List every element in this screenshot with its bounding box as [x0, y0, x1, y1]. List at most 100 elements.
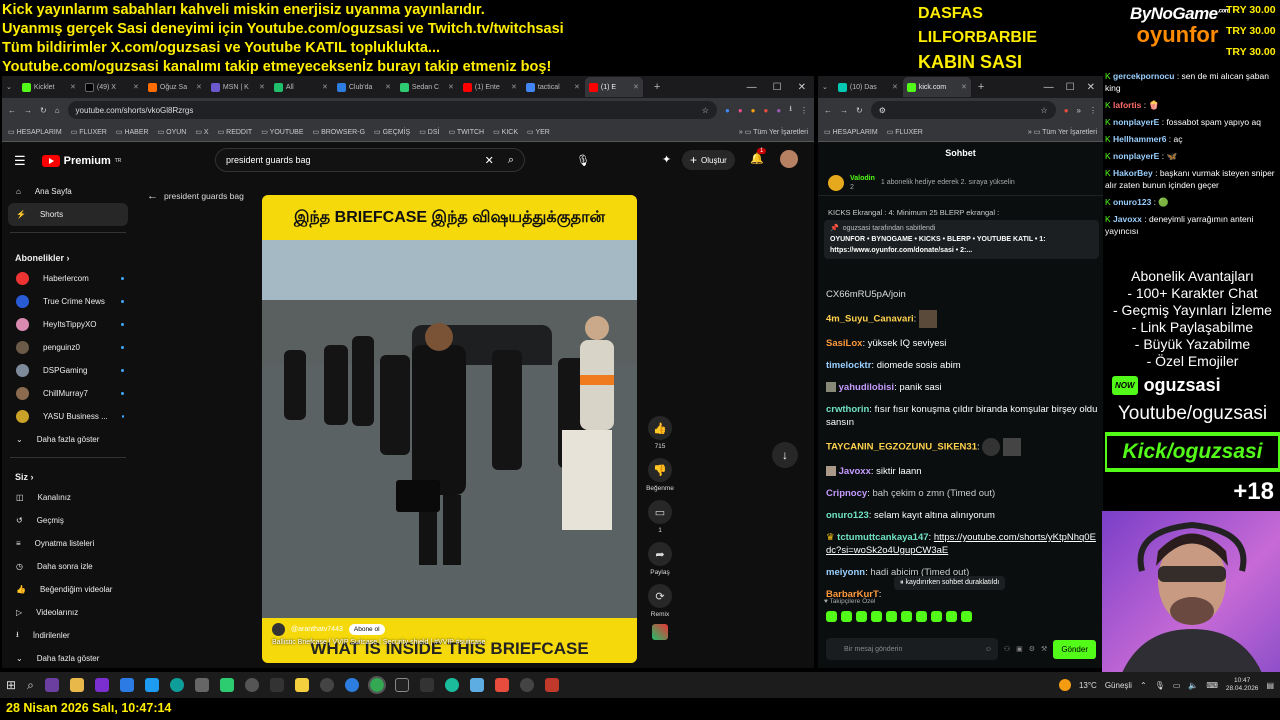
- notification-icon[interactable]: ▤: [1266, 681, 1274, 690]
- sidebar-item-your-channel[interactable]: ◫ Kanalınız: [2, 486, 134, 509]
- folder-icon[interactable]: [69, 678, 84, 692]
- windows-start-icon[interactable]: ⊞: [6, 678, 16, 692]
- reload-icon[interactable]: ↻: [856, 106, 863, 115]
- notifications-button[interactable]: 🔔 1: [750, 148, 767, 165]
- new-tab-icon[interactable]: +: [654, 81, 660, 93]
- app-icon[interactable]: [94, 678, 109, 692]
- chat-username[interactable]: tctumuttcankaya147: [837, 532, 928, 543]
- emote[interactable]: [856, 611, 867, 622]
- sidebar-item-history[interactable]: ↺ Geçmiş: [2, 509, 134, 532]
- close-icon[interactable]: ✕: [511, 83, 517, 91]
- app-icon[interactable]: [219, 678, 234, 692]
- microphone-icon[interactable]: 🎙: [576, 154, 590, 167]
- avatar[interactable]: [780, 150, 798, 168]
- extension-icon[interactable]: ●: [764, 106, 769, 115]
- search-input[interactable]: president guards bag: [226, 155, 485, 165]
- sound-thumbnail[interactable]: [652, 624, 668, 640]
- show-more-you[interactable]: ⌄ Daha fazla göster: [2, 647, 134, 670]
- app-icon[interactable]: [294, 678, 309, 692]
- chat-input[interactable]: Bir mesaj gönderin ☺: [826, 638, 998, 660]
- app-icon[interactable]: [144, 678, 159, 692]
- bookmark-item[interactable]: ▭ HABER: [116, 128, 149, 136]
- bookmark-item[interactable]: ▭ OYUN: [158, 128, 187, 136]
- browser-tab[interactable]: Kicklet ✕: [18, 77, 80, 97]
- clock[interactable]: 10:47 28.04.2026: [1226, 677, 1259, 693]
- emote[interactable]: [931, 611, 942, 622]
- bookmark-item[interactable]: ▭ FLUXER: [71, 128, 107, 136]
- chat-username[interactable]: 4m_Suyu_Canavari: [826, 314, 914, 325]
- browser-tab[interactable]: tactical ✕: [522, 77, 584, 97]
- all-bookmarks[interactable]: » ▭ Tüm Yer İşaretleri: [739, 128, 808, 136]
- app-icon[interactable]: [269, 678, 284, 692]
- chat-username[interactable]: timelocktr: [826, 360, 871, 371]
- close-icon[interactable]: ✕: [574, 83, 580, 91]
- maximize-icon[interactable]: ☐: [773, 82, 782, 93]
- back-icon[interactable]: ←: [8, 106, 16, 115]
- more-icon[interactable]: »: [1077, 106, 1081, 115]
- app-icon[interactable]: [394, 678, 409, 692]
- browser-tab[interactable]: (10) Das ✕: [834, 77, 902, 97]
- search-icon[interactable]: ⌕: [508, 154, 514, 167]
- extension-icon[interactable]: ●: [725, 106, 730, 115]
- chat-username[interactable]: TAYCANIN_EGZOZUNU_SIKEN31: [826, 442, 977, 453]
- chat-username[interactable]: yahudilobisi: [839, 382, 894, 393]
- dislike-button[interactable]: 👎: [648, 458, 672, 482]
- bookmark-item[interactable]: ▭ FLUXER: [887, 128, 923, 136]
- bookmark-star-icon[interactable]: ☆: [1041, 106, 1048, 115]
- url-field[interactable]: youtube.com/shorts/vkoGl8Rzrgs ☆: [67, 101, 717, 119]
- pinned-message[interactable]: 📌 oguzsasi tarafından sabitlendi OYUNFOR …: [824, 220, 1099, 259]
- bookmark-item[interactable]: ▭ YOUTUBE: [261, 128, 303, 136]
- message-text[interactable]: CX66mRU5pA/join: [826, 289, 906, 300]
- browser-tab[interactable]: All ✕: [270, 77, 332, 97]
- short-video-player[interactable]: இந்த BRIEFCASE இந்த விஷயத்துக்குதான் WHA…: [262, 195, 637, 663]
- remix-button[interactable]: ⟳: [648, 584, 672, 608]
- app-icon[interactable]: [319, 678, 334, 692]
- chat-paused-banner[interactable]: ⏸ kaydırırken sohbet duraklatıldı: [894, 576, 1006, 590]
- close-icon[interactable]: ✕: [448, 83, 454, 91]
- create-button[interactable]: + Oluştur: [682, 150, 735, 170]
- channel-avatar[interactable]: [272, 623, 285, 636]
- close-icon[interactable]: ✕: [70, 83, 76, 91]
- home-icon[interactable]: ⌂: [55, 106, 60, 115]
- sidebar-item-downloads[interactable]: ⭳ İndirilenler: [2, 624, 134, 647]
- sidebar-item-home[interactable]: ⌂ Ana Sayfa: [2, 180, 134, 203]
- subscription-item[interactable]: penguinz0: [2, 336, 134, 359]
- browser-tab[interactable]: MSN | K ✕: [207, 77, 269, 97]
- app-icon[interactable]: [119, 678, 134, 692]
- subscription-item[interactable]: DSPGaming: [2, 359, 134, 382]
- app-icon[interactable]: [244, 678, 259, 692]
- channel-handle[interactable]: @aranthatv7443: [291, 626, 343, 633]
- chat-username[interactable]: SasiLox: [826, 338, 862, 349]
- subscribe-button[interactable]: Abone ol: [348, 624, 385, 635]
- sidebar-item-watch-later[interactable]: ◷ Daha sonra izle: [2, 555, 134, 578]
- app-icon[interactable]: [44, 678, 59, 692]
- emote[interactable]: [886, 611, 897, 622]
- app-icon[interactable]: [519, 678, 534, 692]
- extension-icon[interactable]: ●: [738, 106, 743, 115]
- close-window-icon[interactable]: ✕: [798, 82, 806, 93]
- edge-icon[interactable]: [169, 678, 184, 692]
- browser-tab[interactable]: (49) X ✕: [81, 77, 143, 97]
- sidebar-item-your-videos[interactable]: ▷ Videolarınız: [2, 601, 134, 624]
- search-icon[interactable]: ⌕: [27, 678, 34, 693]
- app-icon[interactable]: [444, 678, 459, 692]
- hamburger-menu-icon[interactable]: ☰: [14, 153, 26, 169]
- chat-username[interactable]: meiyonn: [826, 567, 865, 578]
- emote[interactable]: [841, 611, 852, 622]
- back-icon[interactable]: ←: [824, 106, 832, 115]
- emote[interactable]: [946, 611, 957, 622]
- app-icon[interactable]: [469, 678, 484, 692]
- close-icon[interactable]: ✕: [633, 83, 639, 91]
- emoji-icon[interactable]: ☺: [985, 645, 992, 654]
- extension-icon[interactable]: ●: [1064, 106, 1069, 115]
- microphone-icon[interactable]: 🎙: [1155, 681, 1165, 690]
- send-button[interactable]: Gönder: [1053, 639, 1096, 659]
- clear-search-icon[interactable]: ✕: [485, 154, 494, 167]
- close-icon[interactable]: ✕: [133, 83, 139, 91]
- next-video-button[interactable]: ↓: [772, 442, 798, 468]
- emote[interactable]: [871, 611, 882, 622]
- vivaldi-icon[interactable]: [494, 678, 509, 692]
- chrome-icon[interactable]: [367, 676, 386, 694]
- weather-label[interactable]: Güneşli: [1105, 681, 1132, 690]
- close-icon[interactable]: ✕: [961, 83, 967, 91]
